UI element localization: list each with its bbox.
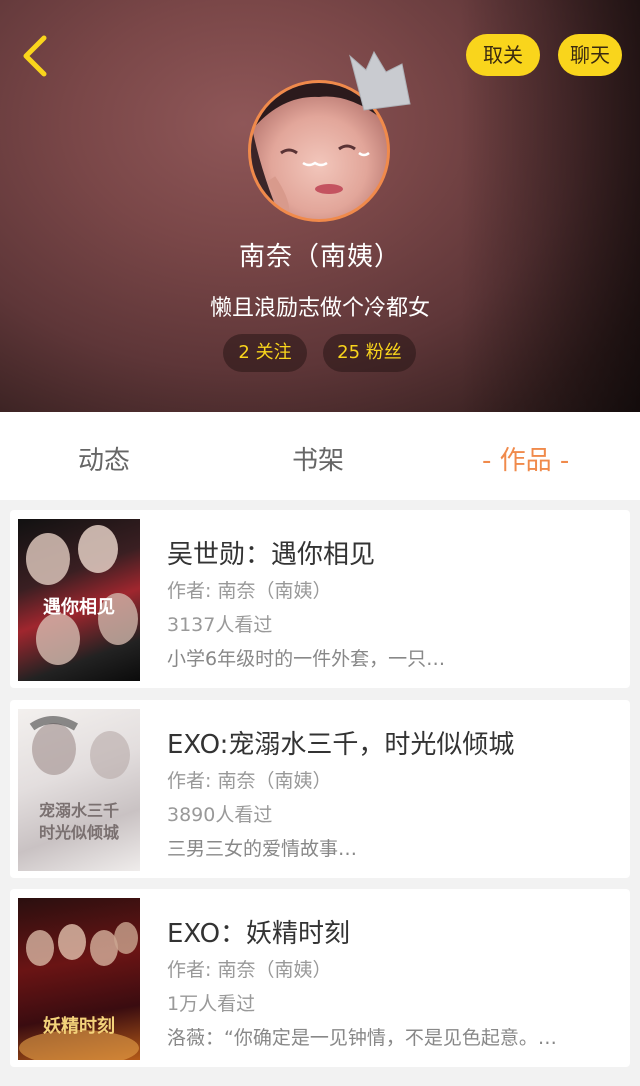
unfollow-button[interactable]: 取关 <box>466 34 540 76</box>
chevron-left-icon <box>23 35 47 77</box>
work-title: 吴世勋：遇你相见 <box>167 540 376 570</box>
work-description: 洛薇：“你确定是一见钟情，不是见色起意。… <box>167 1027 557 1049</box>
work-title: EXO:宠溺水三千，时光似倾城 <box>167 730 515 760</box>
work-author: 作者: 南奈（南姨） <box>167 770 332 792</box>
book-cover: 妖精时刻 <box>18 898 140 1060</box>
tab-moments[interactable]: 动态 <box>78 440 130 477</box>
following-count[interactable]: 2 关注 <box>223 334 307 372</box>
work-views: 3137人看过 <box>167 614 273 636</box>
work-views: 1万人看过 <box>167 993 256 1015</box>
profile-name: 南奈（南姨） <box>238 242 401 272</box>
tab-bookshelf[interactable]: 书架 <box>292 440 344 477</box>
cover-title: 妖精时刻 <box>43 1016 115 1037</box>
crown-icon <box>349 50 411 111</box>
work-author: 作者: 南奈（南姨） <box>167 580 332 602</box>
profile-header: 取关 聊天 南奈（南姨） 懒且浪励志做个冷都女 2 关注 25 粉丝 <box>0 0 640 412</box>
cover-subtitle: 时光似倾城 <box>38 823 119 842</box>
chat-button[interactable]: 聊天 <box>558 34 622 76</box>
work-views: 3890人看过 <box>167 804 273 826</box>
work-card[interactable]: 妖精时刻 EXO：妖精时刻 作者: 南奈（南姨） 1万人看过 洛薇：“你确定是一… <box>10 889 630 1067</box>
work-description: 小学6年级时的一件外套，一只… <box>167 648 446 670</box>
book-cover: 遇你相见 <box>18 519 140 681</box>
work-card[interactable]: 宠溺水三千 时光似倾城 EXO:宠溺水三千，时光似倾城 作者: 南奈（南姨） 3… <box>10 700 630 878</box>
work-card[interactable]: 遇你相见 吴世勋：遇你相见 作者: 南奈（南姨） 3137人看过 小学6年级时的… <box>10 510 630 688</box>
profile-tabs: 动态 书架 - 作品 - <box>0 412 640 500</box>
profile-bio: 懒且浪励志做个冷都女 <box>209 296 430 321</box>
book-cover: 宠溺水三千 时光似倾城 <box>18 709 140 871</box>
back-button[interactable] <box>18 32 58 80</box>
work-author: 作者: 南奈（南姨） <box>167 959 332 981</box>
cover-title: 宠溺水三千 <box>38 801 119 820</box>
tab-works[interactable]: - 作品 - <box>482 440 569 477</box>
work-description: 三男三女的爱情故事… <box>167 838 358 860</box>
fans-count[interactable]: 25 粉丝 <box>323 334 416 372</box>
work-title: EXO：妖精时刻 <box>167 919 351 949</box>
cover-title: 遇你相见 <box>43 597 115 618</box>
